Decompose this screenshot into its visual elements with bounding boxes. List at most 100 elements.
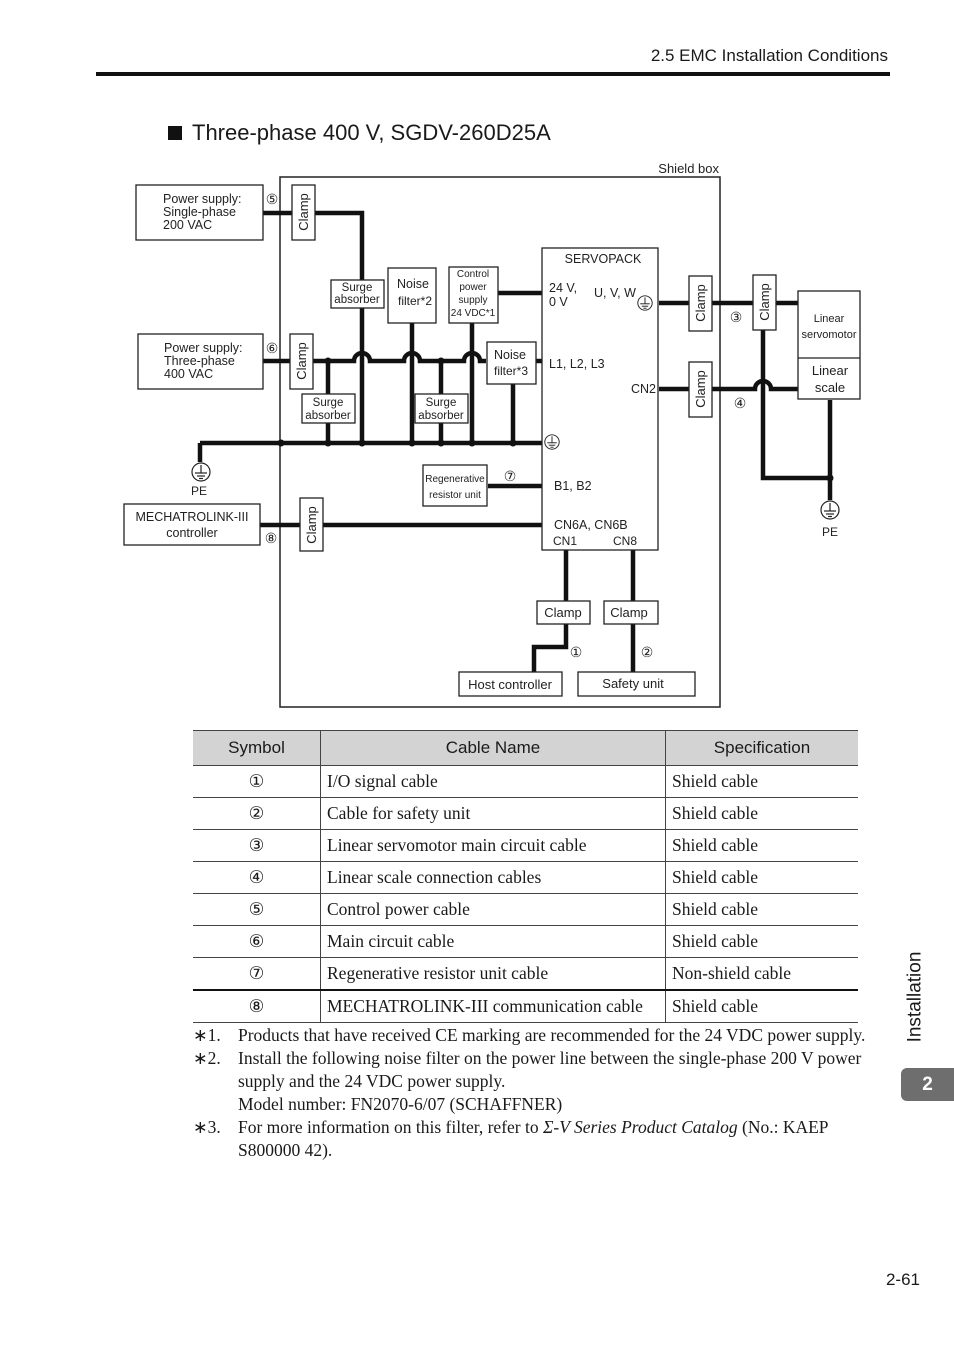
table-row: ⑦ Regenerative resistor unit cable Non-shi… — [193, 957, 858, 991]
terminal-0v: 0 V — [549, 295, 568, 309]
ctrl-l4: 24 VDC*1 — [451, 308, 496, 319]
safety-unit-label: Safety unit — [602, 676, 664, 691]
surge3-l1: Surge — [426, 397, 457, 409]
cell-name: MECHATROLINK-III communication cable — [320, 989, 666, 1023]
noise3-l1: Noise — [494, 348, 526, 362]
regen-l2: resistor unit — [429, 490, 481, 501]
cell-spec: Shield cable — [665, 829, 858, 862]
wiring-diagram: Shield box Power supply: Single-phase 20… — [123, 161, 861, 708]
host-controller-label: Host controller — [468, 677, 552, 692]
motor-l2: servomotor — [801, 329, 856, 341]
clamp3a-label: Clamp — [693, 284, 708, 322]
footnote-mark: ∗2. — [193, 1048, 221, 1068]
pe-label-right: PE — [822, 525, 838, 539]
table-row: ⑤ Control power cable Shield cable — [193, 893, 858, 926]
ctrl-l1: Control — [457, 269, 489, 280]
marker-5: ⑤ — [266, 191, 279, 207]
scale-l2: scale — [815, 380, 845, 395]
surge2-l2: absorber — [305, 410, 351, 422]
col-specification: Specification — [665, 730, 858, 766]
cell-spec: Shield cable — [665, 893, 858, 926]
cell-spec: Shield cable — [665, 797, 858, 830]
marker-8: ⑧ — [265, 530, 278, 546]
power-three-line1: Power supply: — [164, 341, 243, 355]
cell-symbol: ② — [193, 797, 321, 830]
pe-ground-icon-left — [191, 462, 211, 482]
cell-name: Linear servomotor main circuit cable — [320, 829, 666, 862]
clamp1-label: Clamp — [544, 605, 582, 620]
noise3-l2: filter*3 — [494, 364, 528, 378]
motor-l1: Linear — [814, 313, 845, 325]
marker-7: ⑦ — [504, 468, 517, 484]
marker-4: ④ — [734, 395, 747, 411]
footnote-text: Install the following noise filter on th… — [238, 1048, 862, 1091]
cell-name: Cable for safety unit — [320, 797, 666, 830]
mechatrolink-l1: MECHATROLINK-III — [136, 510, 249, 524]
ctrl-l2: power — [459, 282, 487, 293]
cell-name: Regenerative resistor unit cable — [320, 957, 666, 991]
cell-symbol: ③ — [193, 829, 321, 862]
cell-symbol: ⑧ — [193, 989, 321, 1023]
noise2-l1: Noise — [397, 277, 429, 291]
catalog-title: Σ-V Series Product Catalog — [543, 1117, 738, 1137]
cell-name: Linear scale connection cables — [320, 861, 666, 894]
page-number: 2-61 — [885, 1270, 920, 1289]
footnote-mark: ∗3. — [193, 1117, 221, 1137]
cell-name: I/O signal cable — [320, 765, 666, 798]
footnotes: ∗1. Products that have received CE marki… — [193, 1024, 893, 1162]
cell-spec: Shield cable — [665, 765, 858, 798]
mechatrolink-l2: controller — [166, 526, 217, 540]
terminal-cn6: CN6A, CN6B — [554, 518, 628, 532]
cell-spec: Non-shield cable — [665, 957, 858, 991]
cell-symbol: ⑤ — [193, 893, 321, 926]
side-tab-label: Installation — [904, 950, 936, 1050]
chapter-badge: 2 — [901, 1068, 954, 1101]
col-cable-name: Cable Name — [320, 730, 666, 766]
side-tab-text: Installation — [904, 951, 926, 1043]
clamp8-label: Clamp — [304, 506, 319, 544]
table-row: ① I/O signal cable Shield cable — [193, 765, 858, 798]
table-row: ⑥ Main circuit cable Shield cable — [193, 925, 858, 958]
power-single-line1: Power supply: — [163, 192, 242, 206]
cell-symbol: ① — [193, 765, 321, 798]
terminal-l123: L1, L2, L3 — [549, 357, 605, 371]
power-three-line3: 400 VAC — [164, 367, 213, 381]
marker-3: ③ — [730, 309, 743, 325]
surge1-l1: Surge — [342, 282, 373, 294]
clamp3b-label: Clamp — [757, 283, 772, 321]
terminal-cn1: CN1 — [553, 534, 577, 548]
surge3-l2: absorber — [418, 410, 464, 422]
shield-box-label: Shield box — [658, 161, 719, 176]
footnote-3: ∗3. For more information on this filter,… — [193, 1116, 893, 1162]
footnote-text: For more information on this filter, ref… — [238, 1117, 543, 1137]
footnote-model-number: Model number: FN2070-6/07 (SCHAFFNER) — [238, 1094, 563, 1114]
cell-spec: Shield cable — [665, 861, 858, 894]
marker-1: ① — [570, 644, 583, 660]
marker-2: ② — [641, 644, 654, 660]
cell-spec: Shield cable — [665, 989, 858, 1023]
table-row: ④ Linear scale connection cables Shield ca… — [193, 861, 858, 894]
footnote-mark: ∗1. — [193, 1025, 221, 1045]
power-three-line2: Three-phase — [164, 354, 235, 368]
clamp2-label: Clamp — [610, 605, 648, 620]
terminal-b1b2: B1, B2 — [554, 479, 592, 493]
regen-l1: Regenerative — [425, 474, 485, 485]
cell-symbol: ⑥ — [193, 925, 321, 958]
cell-spec: Shield cable — [665, 925, 858, 958]
scale-l1: Linear — [812, 363, 849, 378]
table-row: ② Cable for safety unit Shield cable — [193, 797, 858, 830]
col-symbol: Symbol — [193, 730, 321, 766]
terminal-cn8: CN8 — [613, 534, 637, 548]
table-row: ③ Linear servomotor main circuit cable Shi… — [193, 829, 858, 862]
pe-ground-icon-right — [820, 500, 840, 520]
clamp4-label: Clamp — [693, 370, 708, 408]
cable-table: Symbol Cable Name Specification ① I/O sig… — [193, 730, 858, 1023]
clamp5-label: Clamp — [296, 193, 311, 231]
ground-icon-uvw — [637, 295, 653, 311]
surge1-l2: absorber — [334, 294, 380, 306]
terminal-24v: 24 V, — [549, 281, 577, 295]
ground-icon-servopack — [544, 434, 560, 450]
marker-6: ⑥ — [266, 340, 279, 356]
cell-name: Main circuit cable — [320, 925, 666, 958]
power-single-line2: Single-phase — [163, 205, 236, 219]
